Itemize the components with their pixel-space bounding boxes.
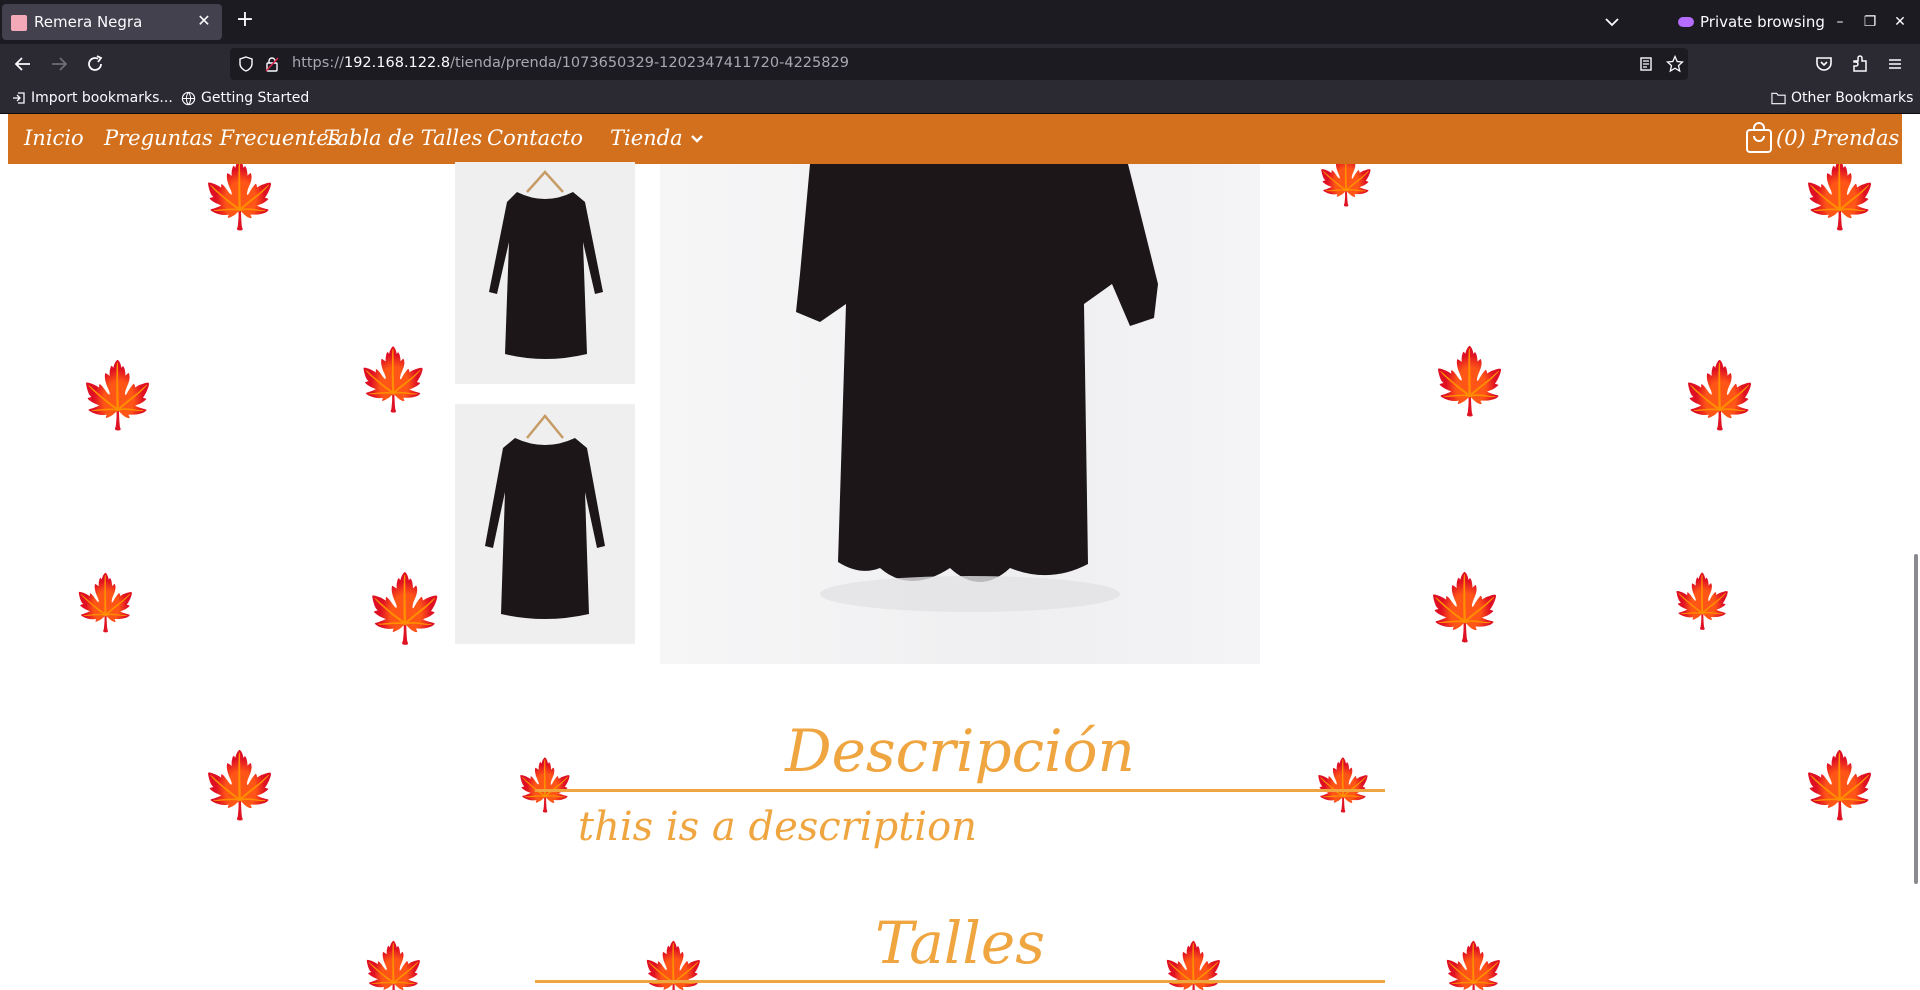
browser-tab[interactable]: Remera Negra ✕ — [2, 4, 222, 40]
forward-arrow-icon[interactable] — [48, 53, 70, 75]
private-browsing-indicator: Private browsing — [1678, 12, 1825, 32]
maple-leaf-icon: 🍁 — [360, 939, 428, 990]
import-bookmarks-item[interactable]: Import bookmarks... — [12, 90, 173, 106]
url-host: 192.168.122.8 — [343, 55, 451, 71]
nav-link-preguntas-frecuentes[interactable]: Preguntas Frecuentes — [104, 126, 339, 150]
other-bookmarks-label: Other Bookmarks — [1791, 90, 1914, 106]
maple-leaf-icon: 🍁 — [1800, 749, 1880, 823]
url-scheme: https:// — [292, 55, 344, 71]
address-bar[interactable]: https://192.168.122.8/tienda/prenda/1073… — [230, 48, 1688, 80]
restore-window-icon[interactable]: ❐ — [1858, 10, 1882, 34]
cart-link[interactable]: (0) Prendas — [1744, 122, 1899, 154]
page-scrollbar[interactable] — [1914, 554, 1918, 884]
tab-close-icon[interactable]: ✕ — [194, 11, 214, 31]
getting-started-bookmark[interactable]: Getting Started — [181, 90, 309, 106]
reload-icon[interactable] — [84, 53, 106, 75]
app-menu-icon[interactable] — [1884, 53, 1906, 75]
maple-leaf-icon: 🍁 — [1440, 939, 1508, 990]
import-icon — [13, 92, 25, 104]
nav-link-tabla-de-talles[interactable]: Tabla de Talles — [324, 126, 482, 150]
chevron-down-icon — [690, 135, 703, 143]
maple-leaf-icon: 🍁 — [200, 159, 280, 233]
product-thumbnail[interactable] — [455, 162, 635, 384]
sizes-divider — [535, 980, 1385, 983]
list-all-tabs-icon[interactable] — [1602, 12, 1622, 32]
maple-leaf-icon: 🍁 — [78, 359, 158, 433]
shopping-bag-icon — [1746, 122, 1772, 153]
sizes-heading: Talles — [875, 909, 1045, 977]
nav-dropdown-tienda[interactable]: Tienda — [610, 126, 705, 150]
url-path: /tienda/prenda/1073650329-1202347411720-… — [450, 55, 849, 71]
insecure-lock-icon[interactable] — [264, 56, 280, 72]
dress-main-image — [796, 164, 1158, 612]
bookmarks-toolbar: Import bookmarks... Getting Started Othe… — [0, 84, 1920, 114]
dress-thumbnail-image — [455, 404, 635, 644]
folder-icon — [1771, 92, 1786, 105]
url-text[interactable]: https://192.168.122.8/tienda/prenda/1073… — [292, 55, 849, 71]
extensions-icon[interactable] — [1849, 53, 1871, 75]
description-divider — [535, 789, 1385, 792]
close-window-icon[interactable]: ✕ — [1888, 10, 1912, 34]
nav-link-contacto[interactable]: Contacto — [487, 126, 583, 150]
other-bookmarks-folder[interactable]: Other Bookmarks — [1771, 90, 1913, 106]
dress-thumbnail-image — [455, 162, 635, 384]
shield-icon[interactable] — [238, 56, 254, 72]
import-bookmarks-label: Import bookmarks... — [31, 90, 173, 106]
private-browsing-label: Private browsing — [1700, 13, 1825, 31]
globe-icon — [181, 91, 196, 105]
tab-title: Remera Negra — [34, 13, 143, 31]
page-content: 🍁 🍁 🍁 🍁 🍁 🍁 🍁 🍁 🍁 🍁 🍁 🍁 🍁 🍁 🍁 🍁 🍁 🍁 🍁 In… — [0, 114, 1920, 990]
maple-leaf-icon: 🍁 — [1680, 359, 1760, 433]
description-heading: Descripción — [785, 717, 1135, 785]
maple-leaf-icon: 🍁 — [1430, 345, 1510, 419]
maple-leaf-icon: 🍁 — [1670, 572, 1735, 632]
back-arrow-icon[interactable] — [12, 53, 34, 75]
pocket-icon[interactable] — [1813, 53, 1835, 75]
new-tab-button[interactable]: + — [234, 9, 256, 32]
nav-link-inicio[interactable]: Inicio — [24, 126, 84, 150]
browser-navigation-bar: https://192.168.122.8/tienda/prenda/1073… — [0, 44, 1920, 84]
getting-started-label: Getting Started — [201, 90, 310, 106]
tab-favicon-icon — [11, 15, 27, 31]
description-text: this is a description — [578, 804, 977, 850]
minimize-window-icon[interactable]: – — [1828, 10, 1852, 34]
nav-link-tienda: Tienda — [610, 126, 683, 150]
site-navbar: Inicio Preguntas Frecuentes Tabla de Tal… — [8, 114, 1902, 164]
maple-leaf-icon: 🍁 — [356, 345, 431, 415]
product-main-image[interactable] — [660, 164, 1260, 664]
maple-leaf-icon: 🍁 — [1425, 571, 1505, 645]
maple-leaf-icon: 🍁 — [72, 571, 140, 634]
cart-count-label: (0) Prendas — [1776, 126, 1900, 150]
product-thumbnail[interactable] — [455, 404, 635, 644]
browser-tab-bar: Remera Negra ✕ + Private browsing – ❐ ✕ — [0, 0, 1920, 44]
bookmark-star-icon[interactable] — [1666, 55, 1684, 73]
private-mask-icon — [1678, 17, 1694, 27]
maple-leaf-icon: 🍁 — [1800, 159, 1880, 233]
reader-view-icon[interactable] — [1638, 56, 1654, 72]
maple-leaf-icon: 🍁 — [200, 749, 280, 823]
maple-leaf-icon: 🍁 — [364, 570, 447, 647]
